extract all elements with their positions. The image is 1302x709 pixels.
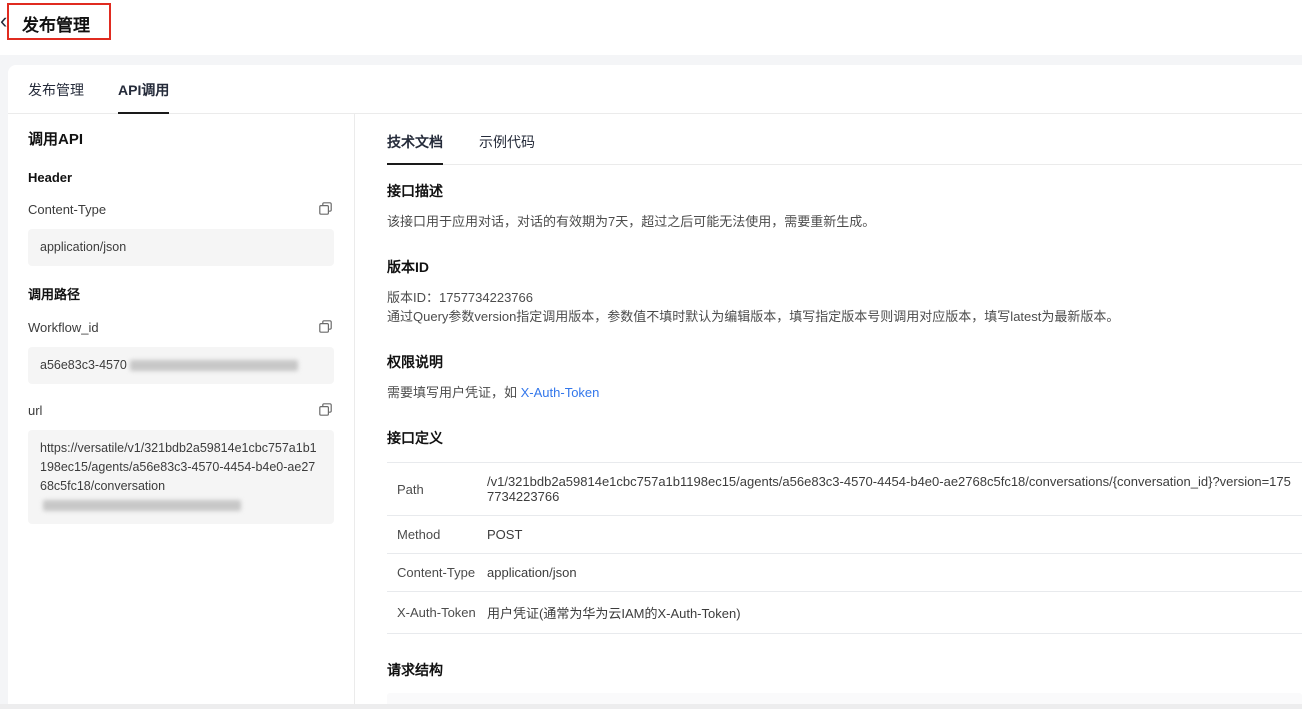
- copy-icon[interactable]: [318, 319, 334, 335]
- table-row: Content-Type application/json: [387, 554, 1302, 592]
- page-header: ‹ 发布管理: [0, 0, 1302, 55]
- auth-heading: 权限说明: [387, 352, 1302, 372]
- url-value[interactable]: https://versatile/v1/321bdb2a59814e1cbc7…: [28, 430, 334, 524]
- x-auth-token-link[interactable]: X-Auth-Token: [521, 385, 600, 400]
- page-background: 发布管理 API调用 调用API Header Content-Type app…: [0, 55, 1302, 709]
- doc-panel: 技术文档 示例代码 接口描述 该接口用于应用对话，对话的有效期为7天，超过之后可…: [355, 114, 1302, 709]
- redacted-blur: [43, 500, 241, 511]
- version-desc-line: 通过Query参数version指定调用版本，参数值不填时默认为编辑版本，填写指…: [387, 307, 1302, 326]
- content-type-value[interactable]: application/json: [28, 229, 334, 266]
- tab-api-call[interactable]: API调用: [118, 80, 169, 113]
- table-row: X-Auth-Token 用户凭证(通常为华为云IAM的X-Auth-Token…: [387, 592, 1302, 634]
- content-type-label: Content-Type: [28, 202, 106, 217]
- api-definition-heading: 接口定义: [387, 428, 1302, 448]
- main-tabbar: 发布管理 API调用: [8, 65, 1302, 114]
- back-icon[interactable]: ‹: [0, 10, 7, 32]
- call-api-panel: 调用API Header Content-Type application/js…: [8, 114, 355, 709]
- table-row: Method POST: [387, 516, 1302, 554]
- url-label: url: [28, 403, 42, 418]
- content-card: 发布管理 API调用 调用API Header Content-Type app…: [8, 65, 1302, 709]
- call-api-title: 调用API: [28, 128, 334, 149]
- version-id-line: 版本ID：1757734223766: [387, 288, 1302, 307]
- api-description-heading: 接口描述: [387, 181, 1302, 201]
- version-heading: 版本ID: [387, 257, 1302, 277]
- tab-sample-code[interactable]: 示例代码: [479, 132, 535, 164]
- tab-release-management[interactable]: 发布管理: [28, 80, 84, 113]
- workflow-id-label: Workflow_id: [28, 320, 99, 335]
- api-definition-table: Path /v1/321bdb2a59814e1cbc757a1b1198ec1…: [387, 462, 1302, 634]
- page-title: 发布管理: [22, 11, 90, 36]
- auth-body: 需要填写用户凭证，如 X-Auth-Token: [387, 383, 1302, 402]
- call-path-heading: 调用路径: [28, 284, 334, 303]
- tab-technical-doc[interactable]: 技术文档: [387, 132, 443, 164]
- doc-tabbar: 技术文档 示例代码: [387, 124, 1302, 165]
- bottom-edge-strip: [0, 704, 1302, 709]
- api-description-body: 该接口用于应用对话，对话的有效期为7天，超过之后可能无法使用，需要重新生成。: [387, 212, 1302, 231]
- copy-icon[interactable]: [318, 402, 334, 418]
- request-structure-heading: 请求结构: [387, 660, 1302, 680]
- redacted-blur: [130, 360, 298, 371]
- workflow-id-value[interactable]: a56e83c3-4570: [28, 347, 334, 384]
- copy-icon[interactable]: [318, 201, 334, 217]
- table-row: Path /v1/321bdb2a59814e1cbc757a1b1198ec1…: [387, 463, 1302, 516]
- header-group-heading: Header: [28, 170, 334, 185]
